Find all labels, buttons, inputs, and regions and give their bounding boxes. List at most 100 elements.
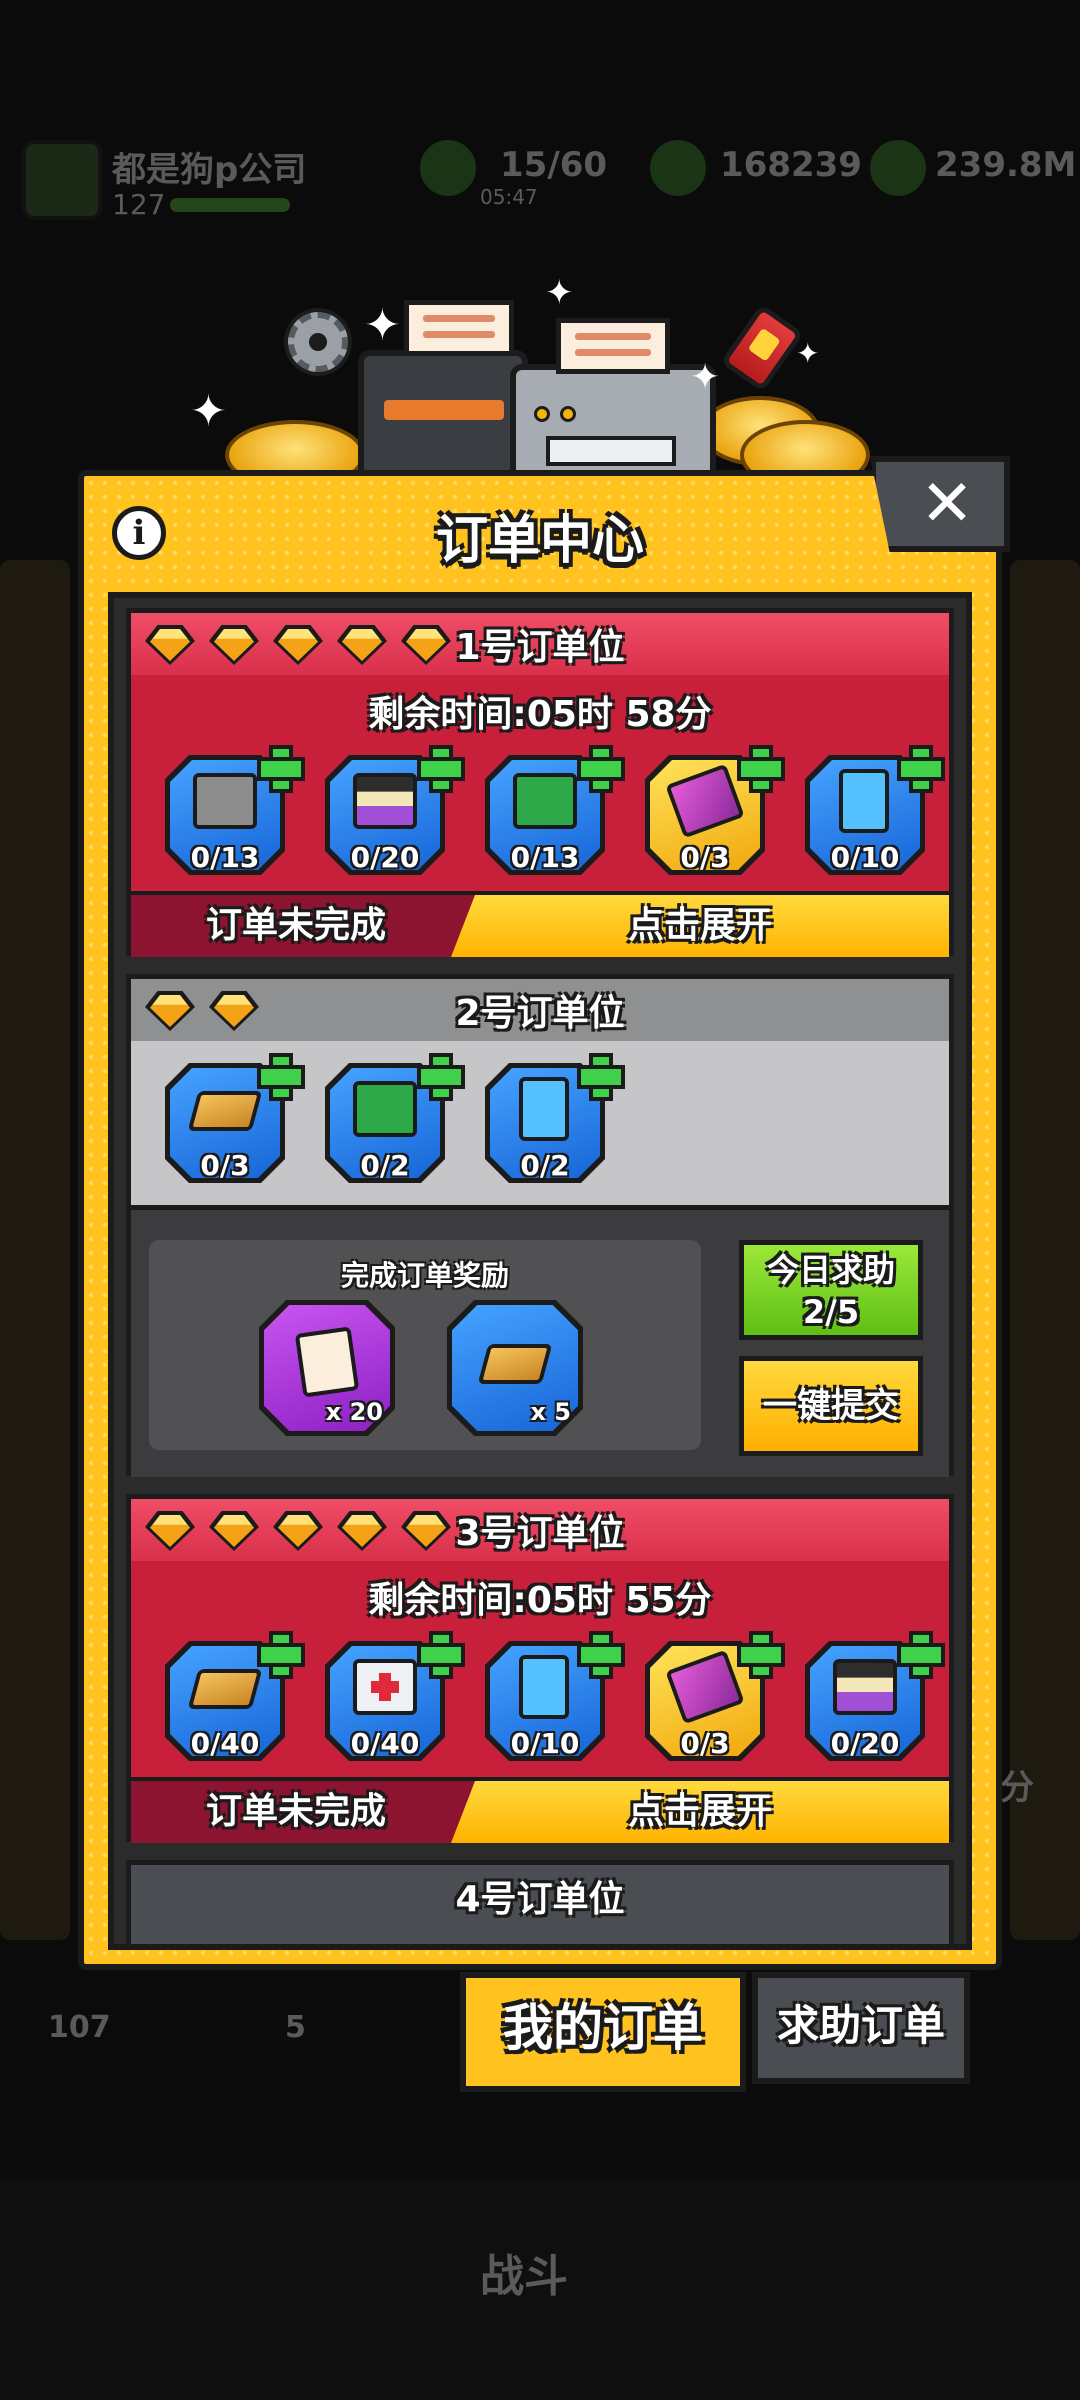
order-item[interactable]: 0/3 (165, 1053, 305, 1183)
close-icon: ✕ (920, 467, 974, 541)
order-item[interactable]: 0/20 (325, 745, 465, 875)
order-status: 订单未完成 (205, 905, 386, 946)
item-count: 0/20 (830, 1727, 900, 1760)
reward-section: 完成订单奖励 x 20 x 5 今日求助 2/5 一键提交 (131, 1205, 949, 1477)
plus-icon[interactable] (737, 1631, 785, 1679)
sparkle-icon: ✦ (190, 386, 227, 437)
close-button[interactable]: ✕ (870, 456, 1010, 552)
gear-icon (288, 312, 348, 372)
purple-chest-icon (353, 773, 417, 829)
panel-title: 订单中心 (435, 511, 644, 571)
paper-icon (556, 318, 670, 374)
expand-button[interactable]: 点击展开 (451, 1781, 949, 1843)
expand-button[interactable]: 点击展开 (451, 895, 949, 957)
cash-value: 168239 (720, 145, 862, 185)
item-count: 0/13 (190, 841, 260, 874)
sparkle-icon: ✦ (364, 300, 401, 351)
sparkle-icon: ✦ (796, 337, 820, 370)
tab-help-orders[interactable]: 求助订单 (752, 1972, 970, 2084)
order-title: 1号订单位 (455, 627, 625, 668)
background-sidebar (0, 560, 70, 1940)
item-count: 0/2 (360, 1149, 410, 1182)
item-count: 0/3 (680, 1727, 730, 1760)
order-center-panel: i 订单中心 1号订单位 剩余时间:05时 58分 0/13 0/20 0/13… (78, 470, 1002, 1970)
item-count: 0/40 (190, 1727, 260, 1760)
order-header: 2号订单位 (131, 979, 949, 1041)
plus-icon[interactable] (417, 1631, 465, 1679)
energy-timer: 05:47 (480, 185, 538, 209)
order-timer: 剩余时间:05时 55分 (368, 1580, 712, 1621)
sparkle-icon: ✦ (545, 273, 574, 313)
order-timer: 剩余时间:05时 58分 (368, 694, 712, 735)
wood-plank-icon (187, 1669, 263, 1709)
plus-icon[interactable] (577, 745, 625, 793)
item-count: 0/10 (830, 841, 900, 874)
purple-chest-icon (833, 1659, 897, 1715)
reward-item[interactable]: x 5 (447, 1300, 583, 1436)
reward-quantity: x 5 (530, 1398, 571, 1426)
plus-icon[interactable] (257, 1053, 305, 1101)
coins-icon (870, 140, 926, 196)
order-title: 2号订单位 (455, 993, 625, 1034)
order-header: 3号订单位 (131, 1499, 949, 1561)
player-avatar (22, 140, 102, 220)
battle-label: 战斗 (480, 2251, 568, 2302)
order-item[interactable]: 0/3 (645, 745, 785, 875)
item-count: 0/2 (520, 1149, 570, 1182)
item-count: 0/40 (350, 1727, 420, 1760)
plus-icon[interactable] (897, 745, 945, 793)
daily-help-button[interactable]: 今日求助 2/5 (739, 1240, 923, 1340)
plus-icon[interactable] (417, 745, 465, 793)
cash-icon (650, 140, 706, 196)
order-title: 3号订单位 (455, 1513, 625, 1554)
order-item[interactable]: 0/2 (325, 1053, 465, 1183)
plus-icon[interactable] (257, 1631, 305, 1679)
order-item[interactable]: 0/40 (165, 1631, 305, 1761)
first-aid-kit-icon (353, 1659, 417, 1715)
printer-icon (510, 364, 716, 484)
paper-stack-icon (294, 1326, 360, 1398)
daily-help-count: 2/5 (802, 1293, 860, 1331)
energy-icon (420, 140, 476, 196)
order-list[interactable]: 1号订单位 剩余时间:05时 58分 0/13 0/20 0/13 0/3 0/… (108, 592, 972, 1950)
plus-icon[interactable] (577, 1053, 625, 1101)
reward-title: 完成订单奖励 (340, 1259, 509, 1292)
item-count: 0/20 (350, 841, 420, 874)
item-count: 0/3 (200, 1149, 250, 1182)
order-items: 0/13 0/20 0/13 0/3 0/10 (131, 745, 949, 887)
reward-item[interactable]: x 20 (259, 1300, 395, 1436)
reward-quantity: x 20 (325, 1398, 383, 1426)
order-item[interactable]: 0/40 (325, 1631, 465, 1761)
one-click-submit-button[interactable]: 一键提交 (739, 1356, 923, 1456)
order-item[interactable]: 0/3 (645, 1631, 785, 1761)
green-toolbox-icon (513, 773, 577, 829)
item-count: 0/10 (510, 1727, 580, 1760)
order-slot-4[interactable]: 4号订单位 (126, 1860, 954, 1944)
order-footer: 订单未完成 点击展开 (131, 1777, 949, 1843)
wood-plank-icon (187, 1091, 263, 1131)
order-item[interactable]: 0/2 (485, 1053, 625, 1183)
order-item[interactable]: 0/10 (805, 745, 945, 875)
background-sidebar-right (1010, 560, 1080, 1940)
order-footer: 订单未完成 点击展开 (131, 891, 949, 957)
order-slot-1: 1号订单位 剩余时间:05时 58分 0/13 0/20 0/13 0/3 0/… (126, 608, 954, 957)
order-item[interactable]: 0/13 (485, 745, 625, 875)
stone-block-icon (193, 773, 257, 829)
player-level: 127 (112, 188, 166, 221)
order-item[interactable]: 0/13 (165, 745, 305, 875)
plus-icon[interactable] (417, 1053, 465, 1101)
tab-my-orders[interactable]: 我的订单 (460, 1972, 746, 2092)
order-item[interactable]: 0/10 (485, 1631, 625, 1761)
plus-icon[interactable] (737, 745, 785, 793)
coins-value: 239.8M (935, 145, 1077, 185)
order-status: 订单未完成 (205, 1791, 386, 1832)
blue-card-icon (519, 1077, 569, 1141)
order-header: 4号订单位 (131, 1865, 949, 1927)
order-slot-3: 3号订单位 剩余时间:05时 55分 0/40 0/40 0/10 0/3 0/… (126, 1494, 954, 1843)
plus-icon[interactable] (897, 1631, 945, 1679)
plus-icon[interactable] (257, 745, 305, 793)
printer-icon (358, 350, 528, 480)
plus-icon[interactable] (577, 1631, 625, 1679)
order-item[interactable]: 0/20 (805, 1631, 945, 1761)
company-name: 都是狗p公司 (112, 150, 307, 190)
